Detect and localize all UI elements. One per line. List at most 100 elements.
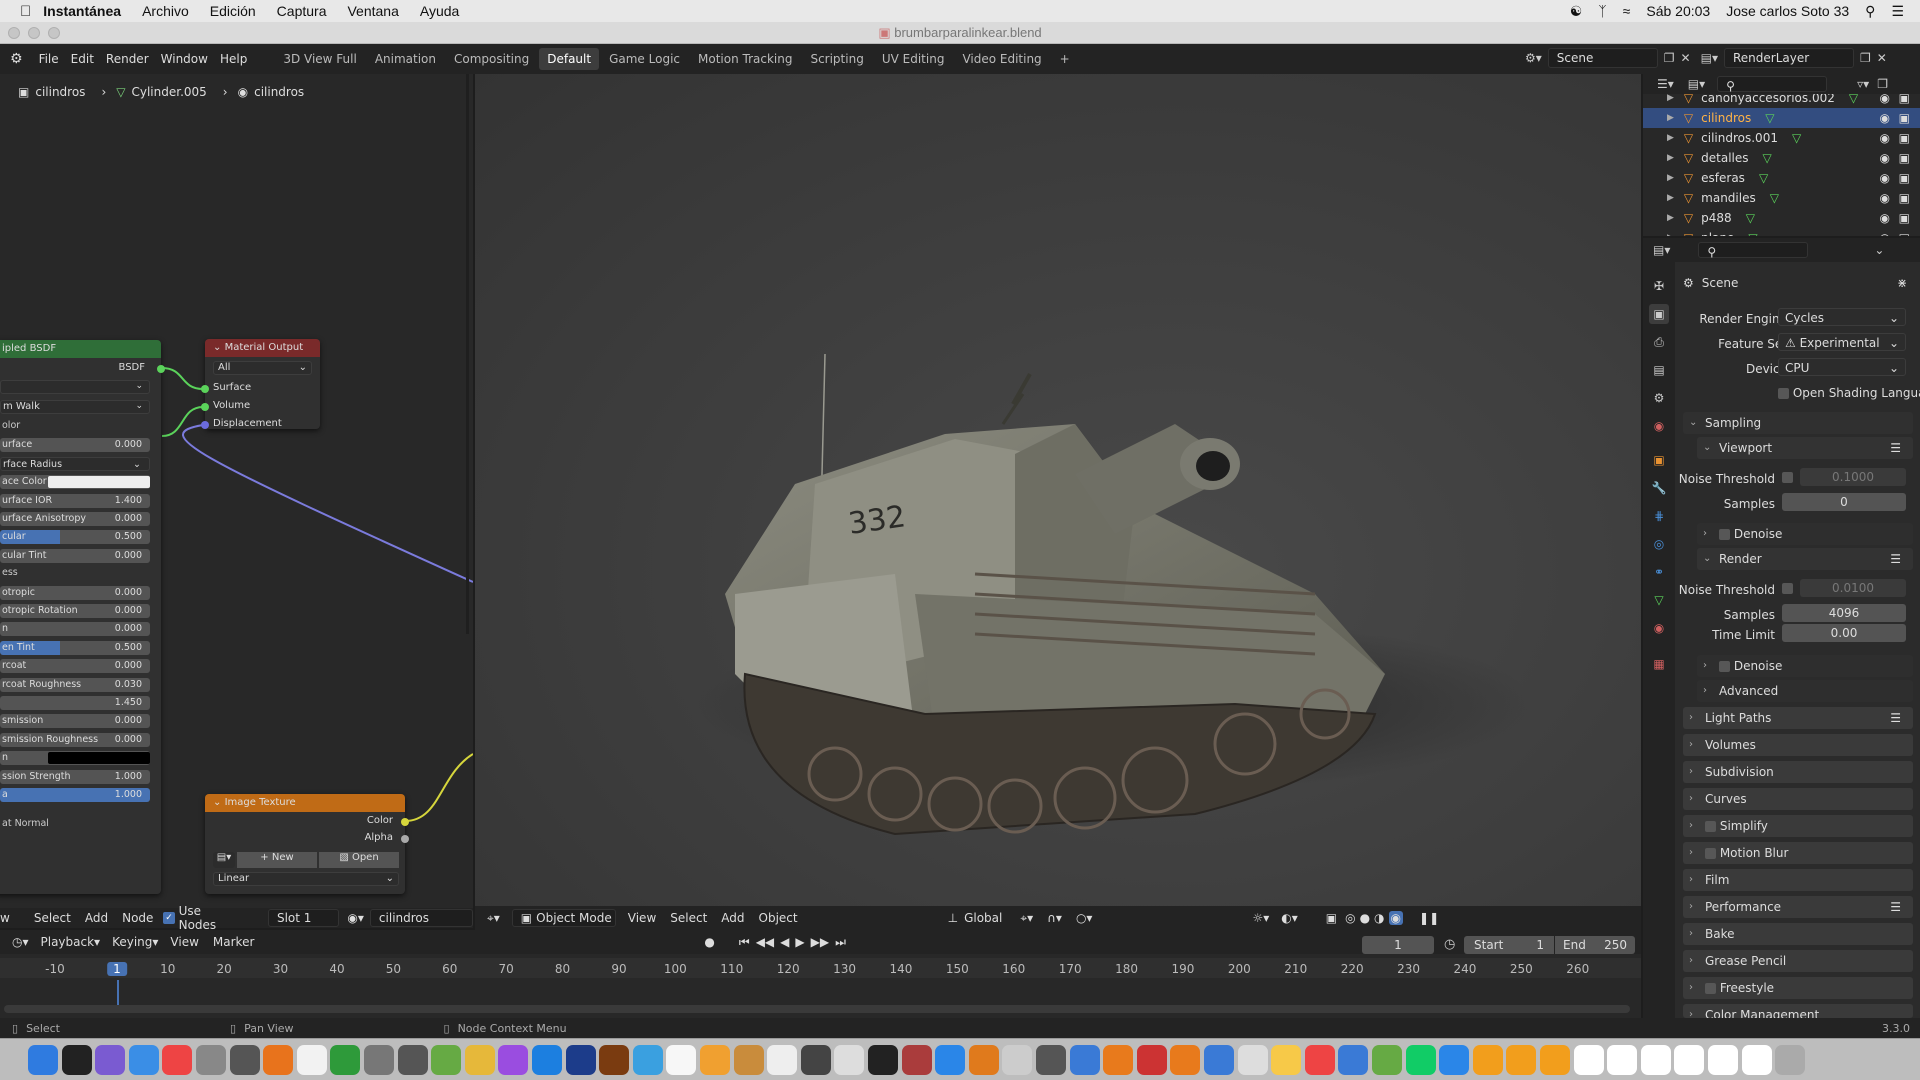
dock-app-icon[interactable] [868, 1045, 898, 1075]
dock-app-icon[interactable] [800, 1045, 831, 1075]
outliner-item[interactable]: ▶ ▽ esferas ▽ ◉ ▣ [1643, 168, 1920, 188]
use-nodes-checkbox[interactable]: ✓ [163, 912, 175, 924]
osl-checkbox-wrap[interactable]: Open Shading Langua... [1778, 386, 1920, 400]
timeline-marker-menu[interactable]: Marker [213, 935, 254, 949]
panel-color-management[interactable]: › Color Management [1683, 1004, 1913, 1022]
new-collection-icon[interactable]: ❐ [1877, 77, 1888, 91]
dock-app-icon[interactable] [666, 1045, 697, 1075]
panel-film[interactable]: › Film [1683, 869, 1913, 891]
node-menu-node[interactable]: Node [122, 911, 153, 925]
current-frame-field[interactable]: 1 [1362, 936, 1434, 954]
dock-app-icon[interactable] [1204, 1045, 1234, 1075]
outliner-item[interactable]: ▶ ▽ cañonyaccesorios.002 ▽ ◉ ▣ [1643, 94, 1920, 108]
use-nodes-label[interactable]: Use Nodes [179, 904, 238, 932]
properties-search-field[interactable]: ⚲ [1698, 242, 1809, 259]
dock-app-icon[interactable] [1775, 1045, 1806, 1075]
render-camera-icon[interactable]: ▣ [1899, 111, 1910, 125]
bsdf-property-row[interactable]: urface Anisotropy 0.000 [0, 512, 150, 526]
visibility-eye-icon[interactable]: ◉ [1880, 191, 1890, 205]
dock-app-icon[interactable] [296, 1045, 327, 1075]
render-camera-icon[interactable]: ▣ [1899, 151, 1910, 165]
dock-app-icon[interactable] [1304, 1045, 1335, 1075]
menu-window[interactable]: Window [161, 52, 208, 66]
bsdf-property-row[interactable]: urface 0.000 [0, 438, 150, 453]
tab-game-logic[interactable]: Game Logic [601, 48, 688, 70]
render-denoise-checkbox[interactable] [1719, 661, 1730, 672]
subsurface-method-dropdown[interactable]: m Walk ⌄ [0, 400, 150, 414]
mac-menu-ventana[interactable]: Ventana [347, 3, 398, 19]
mac-menu-captura[interactable]: Captura [277, 3, 327, 19]
modifier-tab-icon[interactable]: 🔧 [1649, 478, 1669, 498]
visibility-eye-icon[interactable]: ◉ [1880, 211, 1890, 225]
dock-app-icon[interactable] [1338, 1045, 1369, 1075]
panel-light-paths[interactable]: › Light Paths ☰ [1683, 707, 1913, 729]
bsdf-property-row[interactable]: ssion Strength 1.000 [0, 769, 150, 784]
image-texture-title[interactable]: ⌄ Image Texture [205, 794, 405, 812]
viewport-denoise-subpanel[interactable]: › Denoise [1697, 523, 1913, 545]
dock-app-icon[interactable] [1472, 1045, 1503, 1075]
bsdf-property-row[interactable]: otropic 0.000 [0, 585, 150, 600]
dock-app-icon[interactable] [1741, 1045, 1772, 1075]
bsdf-property-row[interactable]: smission Roughness 0.000 [0, 732, 150, 747]
bsdf-property-row[interactable]: cular Tint 0.000 [0, 548, 150, 563]
dock-app-icon[interactable] [1103, 1045, 1134, 1075]
viewport-noise-threshold-field[interactable]: 0.1000 [1800, 468, 1906, 486]
menu-help[interactable]: Help [220, 52, 247, 66]
play-reverse-icon[interactable]: ◀ [780, 935, 789, 949]
dock-app-icon[interactable] [196, 1045, 226, 1075]
user-name[interactable]: Jose carlos Soto 33 [1726, 3, 1849, 19]
new-scene-icon[interactable]: ❐ [1664, 51, 1675, 65]
node-menu-view[interactable]: w [0, 911, 10, 925]
dock-app-icon[interactable] [498, 1045, 529, 1075]
bsdf-property-row[interactable]: a 1.000 [0, 788, 150, 802]
tab-video-editing[interactable]: Video Editing [954, 48, 1049, 70]
dock-app-icon[interactable] [263, 1045, 294, 1075]
editor-type-icon[interactable]: ⌖▾ [487, 911, 500, 926]
outliner-item[interactable]: ▶ ▽ detalles ▽ ◉ ▣ [1643, 148, 1920, 168]
dock-app-icon[interactable] [28, 1045, 58, 1075]
view-layer-icon[interactable]: ▤▾ [1701, 51, 1718, 65]
display-mode-icon[interactable]: ▤▾ [1688, 77, 1705, 91]
view-layer-selector[interactable]: RenderLayer [1723, 48, 1854, 68]
dock-app-icon[interactable] [1002, 1045, 1033, 1075]
shading-material-icon[interactable]: ◑ [1374, 911, 1384, 925]
mesh-data-icon[interactable]: ▽ [1792, 131, 1801, 145]
mesh-data-icon[interactable]: ▽ [1748, 231, 1757, 236]
render-engine-dropdown[interactable]: Cycles ⌄ [1778, 308, 1906, 326]
dock-app-icon[interactable] [1069, 1045, 1100, 1075]
jump-start-icon[interactable]: ⏮ [739, 935, 750, 950]
expand-arrow-icon[interactable]: ▶ [1667, 133, 1674, 143]
surface-input-socket[interactable] [201, 385, 209, 393]
mac-menu-archivo[interactable]: Archivo [142, 3, 189, 19]
volume-input-socket[interactable] [201, 403, 209, 411]
wifi-icon[interactable]: ≈ [1623, 3, 1631, 19]
delete-scene-icon[interactable]: ✕ [1681, 51, 1691, 65]
render-camera-icon[interactable]: ▣ [1899, 94, 1910, 105]
render-subpanel[interactable]: ⌄ Render ☰ [1697, 548, 1913, 570]
expand-arrow-icon[interactable]: ▶ [1667, 193, 1674, 203]
advanced-subpanel[interactable]: › Advanced [1697, 680, 1913, 702]
open-image-button[interactable]: ▧ Open [319, 852, 399, 868]
proportional-edit-icon[interactable]: ○▾ [1076, 911, 1093, 925]
pivot-icon[interactable]: ⌖▾ [1020, 911, 1033, 926]
dock-app-icon[interactable] [532, 1045, 562, 1075]
material-tab-icon[interactable]: ◉ [1649, 618, 1669, 638]
outliner-item[interactable]: ▶ ▽ p488 ▽ ◉ ▣ [1643, 208, 1920, 228]
render-tab-icon[interactable]: ▣ [1649, 304, 1669, 324]
expand-arrow-icon[interactable]: ▶ [1667, 213, 1674, 223]
tab-default[interactable]: Default [539, 48, 600, 70]
bsdf-property-row[interactable]: rface Radius ⌄ [0, 456, 150, 471]
frame-end-field[interactable]: End 250 [1555, 936, 1635, 954]
shading-wireframe-icon[interactable]: ◎ [1345, 911, 1355, 925]
material-output-title[interactable]: ⌄ Material Output [205, 339, 320, 357]
snap-icon[interactable]: ∩▾ [1047, 911, 1062, 925]
outliner[interactable]: ☰▾ ▤▾ ⚲ ▿▾ ❐ ▶ ▽ cañonyaccesorios.002 ▽ ◉ ▣ ▶ ▽… [1643, 74, 1920, 236]
bsdf-property-row[interactable]: n 0.000 [0, 622, 150, 637]
mesh-data-icon[interactable]: ▽ [1763, 151, 1772, 165]
bsdf-property-row[interactable]: urface IOR 1.400 [0, 493, 150, 508]
properties-editor-icon[interactable]: ▤▾ [1653, 243, 1670, 257]
output-tab-icon[interactable]: ⎙ [1649, 332, 1669, 352]
principled-bsdf-node[interactable]: ipled BSDF BSDF ⌄ m Walk ⌄ olor urface 0.00… [0, 340, 165, 894]
material-name-field[interactable]: cilindros [369, 909, 473, 927]
presets-icon[interactable]: ☰ [1890, 896, 1901, 918]
